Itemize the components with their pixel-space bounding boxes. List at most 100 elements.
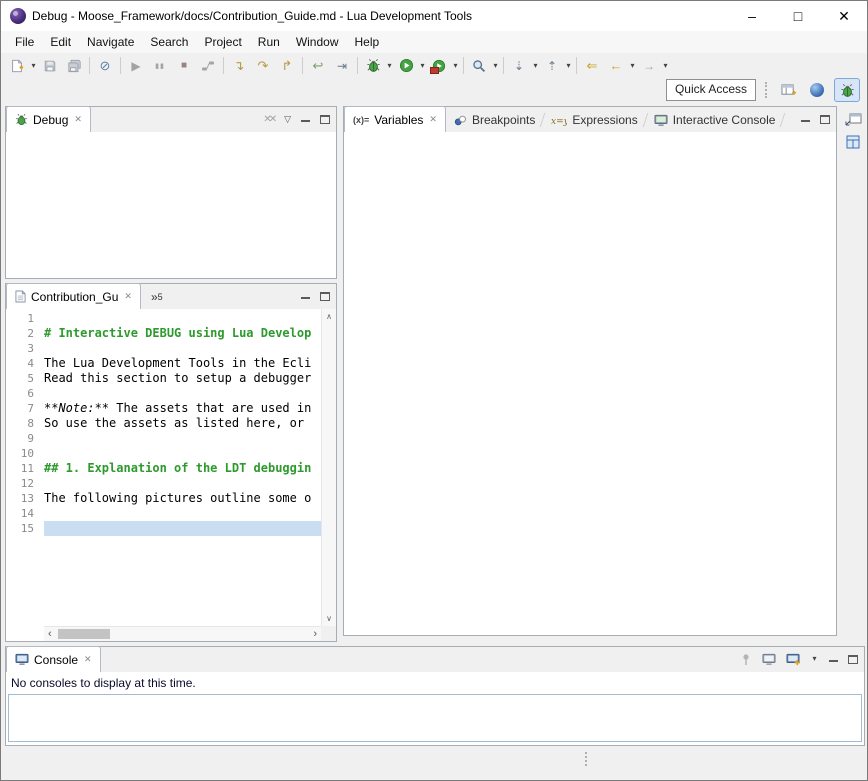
menu-file[interactable]: File xyxy=(7,32,42,52)
maximize-view-icon[interactable] xyxy=(320,115,330,124)
code-line[interactable] xyxy=(44,386,321,401)
code-line[interactable] xyxy=(44,476,321,491)
menu-project[interactable]: Project xyxy=(196,32,249,52)
code-line-heading[interactable]: # Interactive DEBUG using Lua Develop xyxy=(44,326,321,341)
new-button[interactable] xyxy=(5,55,29,77)
forward-button[interactable]: → xyxy=(637,55,661,77)
menu-search[interactable]: Search xyxy=(142,32,196,52)
code-line[interactable] xyxy=(44,341,321,356)
next-annotation-button[interactable]: ⇣ xyxy=(507,55,531,77)
code-line[interactable]: So use the assets as listed here, or xyxy=(44,416,321,431)
scroll-down-icon[interactable]: ∨ xyxy=(326,614,332,623)
suspend-button[interactable]: ▮▮ xyxy=(148,55,172,77)
lua-perspective-button[interactable] xyxy=(805,79,829,101)
debug-perspective-button[interactable] xyxy=(834,78,860,102)
tab-breakpoints[interactable]: Breakpoints xyxy=(446,108,543,132)
next-annotation-dropdown[interactable]: ▾ xyxy=(531,55,540,77)
debug-button[interactable] xyxy=(361,55,385,77)
forward-dropdown[interactable]: ▾ xyxy=(661,55,670,77)
search-dropdown[interactable]: ▾ xyxy=(491,55,500,77)
step-return-button[interactable]: ↱ xyxy=(275,55,299,77)
code-line[interactable]: **Note:** The assets that are used in xyxy=(44,401,321,416)
debug-dropdown[interactable]: ▾ xyxy=(385,55,394,77)
minimize-view-icon[interactable] xyxy=(829,657,838,662)
last-edit-location-button[interactable]: ⇐ xyxy=(580,55,604,77)
maximize-button[interactable]: □ xyxy=(775,1,821,31)
close-button[interactable]: ✕ xyxy=(821,1,867,31)
tab-debug[interactable]: Debug ✕ xyxy=(6,106,91,133)
open-perspective-button[interactable] xyxy=(776,79,800,101)
search-button[interactable] xyxy=(467,55,491,77)
perspective-bar: Quick Access xyxy=(1,78,867,102)
previous-annotation-button[interactable]: ⇡ xyxy=(540,55,564,77)
menu-run[interactable]: Run xyxy=(250,32,288,52)
menu-edit[interactable]: Edit xyxy=(42,32,79,52)
remove-terminated-icon[interactable]: ✕✕ xyxy=(263,114,274,125)
maximize-view-icon[interactable] xyxy=(320,292,330,301)
minimize-view-icon[interactable] xyxy=(301,294,310,299)
save-all-button[interactable] xyxy=(62,55,86,77)
terminate-button[interactable]: ■ xyxy=(172,55,196,77)
horizontal-scrollbar[interactable]: ‹ › xyxy=(44,626,321,641)
run-dropdown[interactable]: ▾ xyxy=(418,55,427,77)
menu-window[interactable]: Window xyxy=(288,32,347,52)
save-button[interactable] xyxy=(38,55,62,77)
code-line[interactable] xyxy=(44,506,321,521)
tab-interactive-console[interactable]: Interactive Console xyxy=(646,108,784,132)
line-number: 3 xyxy=(6,341,43,356)
minimize-button[interactable]: – xyxy=(729,1,775,31)
disconnect-button[interactable] xyxy=(196,55,220,77)
maximize-view-icon[interactable] xyxy=(848,655,858,664)
tab-console[interactable]: Console ✕ xyxy=(6,646,101,673)
step-over-button[interactable]: ↷ xyxy=(251,55,275,77)
menu-help[interactable]: Help xyxy=(347,32,388,52)
restore-view-icon[interactable] xyxy=(845,112,862,126)
drop-to-frame-button[interactable]: ↩ xyxy=(306,55,330,77)
external-tools-dropdown[interactable]: ▾ xyxy=(451,55,460,77)
view-menu-icon[interactable]: ▽ xyxy=(284,114,291,124)
step-into-button[interactable]: ↴ xyxy=(227,55,251,77)
tab-close-icon[interactable]: ✕ xyxy=(429,114,437,125)
back-dropdown[interactable]: ▾ xyxy=(628,55,637,77)
quick-access-input[interactable]: Quick Access xyxy=(666,79,756,101)
menu-navigate[interactable]: Navigate xyxy=(79,32,142,52)
resume-button[interactable]: ▶ xyxy=(124,55,148,77)
external-tools-button[interactable] xyxy=(427,55,451,77)
minimize-view-icon[interactable] xyxy=(801,117,810,122)
code-line[interactable] xyxy=(44,431,321,446)
code-line[interactable]: The following pictures outline some o xyxy=(44,491,321,506)
code-line[interactable] xyxy=(44,446,321,461)
code-line[interactable]: The Lua Development Tools in the Ecli xyxy=(44,356,321,371)
code-line-current[interactable] xyxy=(44,521,321,536)
code-line-heading[interactable]: ## 1. Explanation of the LDT debuggin xyxy=(44,461,321,476)
tab-close-icon[interactable]: ✕ xyxy=(74,114,82,125)
previous-annotation-dropdown[interactable]: ▾ xyxy=(564,55,573,77)
tab-expressions[interactable]: x=y Expressions xyxy=(543,108,645,132)
new-dropdown[interactable]: ▾ xyxy=(29,55,38,77)
tab-close-icon[interactable]: ✕ xyxy=(84,654,92,665)
scroll-right-icon[interactable]: › xyxy=(313,628,317,640)
tab-variables[interactable]: (x)= Variables ✕ xyxy=(344,106,446,133)
code-line[interactable]: Read this section to setup a debugger xyxy=(44,371,321,386)
open-console-dropdown[interactable]: ▾ xyxy=(810,648,819,670)
back-button[interactable]: ← xyxy=(604,55,628,77)
tab-contribution-guide[interactable]: Contribution_Gu ✕ xyxy=(6,283,141,310)
skip-breakpoints-button[interactable]: ⊘ xyxy=(93,55,117,77)
code-line[interactable] xyxy=(44,311,321,326)
display-console-icon[interactable] xyxy=(762,653,776,666)
run-button[interactable] xyxy=(394,55,418,77)
editor-text-area[interactable]: # Interactive DEBUG using Lua Develop Th… xyxy=(44,309,321,626)
scroll-left-icon[interactable]: ‹ xyxy=(48,628,52,640)
minimized-view-icon[interactable] xyxy=(846,135,860,149)
minimize-view-icon[interactable] xyxy=(301,117,310,122)
open-console-icon[interactable] xyxy=(786,653,800,666)
tab-close-icon[interactable]: ✕ xyxy=(124,291,132,302)
scroll-up-icon[interactable]: ∧ xyxy=(326,312,332,321)
sash-handle[interactable] xyxy=(585,752,587,766)
maximize-view-icon[interactable] xyxy=(820,115,830,124)
scrollbar-thumb[interactable] xyxy=(58,629,110,639)
use-step-filters-button[interactable]: ⇥ xyxy=(330,55,354,77)
editor-tab-overflow[interactable]: »5 xyxy=(145,285,169,309)
vertical-scrollbar[interactable]: ∧ ∨ xyxy=(321,309,336,626)
pin-console-icon[interactable] xyxy=(740,653,752,666)
